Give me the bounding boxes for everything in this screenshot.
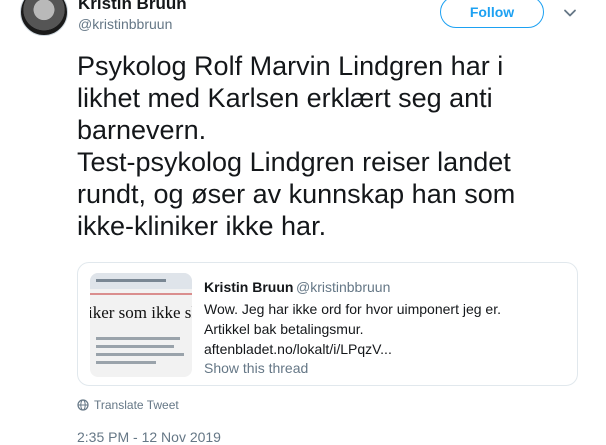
quoted-tweet-text: Wow. Jeg har ikke ord for hvor uimponert… bbox=[204, 299, 564, 359]
tweet-timestamp[interactable]: 2:35 PM - 12 Nov 2019 bbox=[77, 429, 221, 445]
thumbnail-headline: iker som ikke skje bbox=[90, 303, 192, 322]
avatar[interactable] bbox=[20, 0, 68, 36]
author-name[interactable]: Kristin Bruun bbox=[78, 0, 187, 14]
tweet-line: barnevern. bbox=[77, 115, 207, 145]
translate-label[interactable]: Translate Tweet bbox=[94, 398, 179, 412]
tweet-line: rundt, og øser av kunnskap han som bbox=[77, 179, 516, 209]
tweet-line: Test-psykolog Lindgren reiser landet bbox=[77, 147, 511, 177]
thumbnail-text-line bbox=[96, 353, 184, 356]
thumbnail-header-bar bbox=[90, 273, 192, 289]
thumbnail-text-line bbox=[96, 345, 174, 348]
quoted-tweet-card[interactable]: iker som ikke skje Kristin Bruun @kristi… bbox=[77, 262, 578, 386]
translate-tweet-button[interactable]: Translate Tweet bbox=[77, 398, 179, 412]
quoted-link[interactable]: aftenbladet.no/lokalt/i/LPqzV... bbox=[204, 339, 564, 359]
tweet-line: Psykolog Rolf Marvin Lindgren har i bbox=[77, 51, 504, 81]
globe-icon bbox=[77, 399, 89, 411]
chevron-down-icon[interactable] bbox=[563, 6, 577, 20]
thumbnail-text-line bbox=[96, 337, 180, 340]
show-thread-link[interactable]: Show this thread bbox=[204, 360, 308, 376]
tweet-line: ikke-kliniker ikke har. bbox=[77, 211, 327, 241]
thumbnail-rule bbox=[90, 293, 192, 295]
quoted-author-name[interactable]: Kristin Bruun bbox=[204, 279, 293, 295]
tweet-line: likhet med Karlsen erklært seg anti bbox=[77, 83, 493, 113]
quoted-tweet-thumbnail[interactable]: iker som ikke skje bbox=[90, 273, 192, 377]
follow-button[interactable]: Follow bbox=[440, 0, 544, 28]
quoted-line: Wow. Jeg har ikke ord for hvor uimponert… bbox=[204, 301, 501, 317]
author-handle[interactable]: @kristinbbruun bbox=[78, 16, 172, 32]
quoted-line: Artikkel bak betalingsmur. bbox=[204, 321, 364, 337]
thumbnail-text-line bbox=[96, 361, 156, 364]
tweet-text: Psykolog Rolf Marvin Lindgren har i likh… bbox=[77, 50, 577, 242]
quoted-author-handle[interactable]: @kristinbbruun bbox=[296, 279, 390, 295]
